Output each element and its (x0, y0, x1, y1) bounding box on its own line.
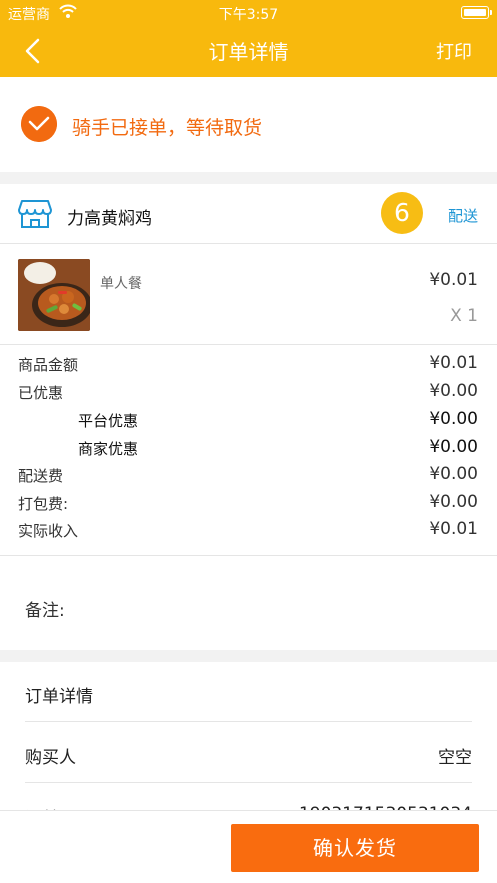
shop-icon (18, 200, 52, 228)
confirm-shipment-button[interactable]: 确认发货 (231, 824, 479, 872)
order-detail-card: 订单详情 购买人 空空 订单号 1903171530531034 (0, 662, 497, 844)
fee-value: ¥0.00 (429, 492, 478, 512)
fee-breakdown: 商品金额 ¥0.01 已优惠 ¥0.00 平台优惠 ¥0.00 商家优惠 ¥0.… (0, 346, 497, 556)
shop-row: 力高黄焖鸡 6 配送 (0, 184, 497, 244)
fee-value: ¥0.00 (429, 381, 478, 401)
order-item-row: 单人餐 ¥0.01 X 1 (0, 245, 497, 345)
fee-value: ¥0.00 (429, 409, 478, 429)
item-price: ¥0.01 (429, 270, 478, 290)
order-detail-header: 订单详情 (25, 662, 472, 722)
buyer-value: 空空 (438, 748, 472, 768)
fee-label: 配送费 (18, 467, 64, 485)
bottom-action-bar: 确认发货 (0, 810, 497, 883)
fee-value: ¥0.01 (429, 519, 478, 539)
fee-label: 商品金额 (18, 356, 79, 374)
item-quantity: X 1 (450, 306, 478, 326)
shop-name: 力高黄焖鸡 (67, 209, 152, 229)
fee-label: 打包费: (18, 495, 69, 513)
fee-label: 平台优惠 (78, 412, 139, 430)
buyer-row: 购买人 空空 (25, 723, 472, 783)
print-button[interactable]: 打印 (436, 38, 472, 64)
fee-row-goods-amount: 商品金额 ¥0.01 (18, 352, 478, 376)
battery-icon (461, 6, 492, 19)
check-circle-icon (21, 106, 57, 142)
fee-label: 已优惠 (18, 384, 64, 402)
delivery-type-label: 配送 (447, 207, 478, 225)
fee-value: ¥0.00 (429, 464, 478, 484)
fee-value: ¥0.00 (429, 437, 478, 457)
fee-row-packing: 打包费: ¥0.00 (18, 491, 478, 515)
order-number-badge: 6 (381, 192, 423, 234)
order-status-text: 骑手已接单，等待取货 (72, 117, 263, 139)
fee-label: 商家优惠 (78, 440, 139, 458)
fee-row-merchant-discount: 商家优惠 ¥0.00 (18, 436, 478, 460)
fee-label: 实际收入 (18, 522, 79, 540)
fee-row-actual-income: 实际收入 ¥0.01 (18, 518, 478, 542)
page-title: 订单详情 (208, 40, 289, 64)
order-card: 力高黄焖鸡 6 配送 单人餐 ¥0.01 X 1 商品金额 ¥0.01 已优惠 … (0, 184, 497, 650)
fee-row-discount: 已优惠 ¥0.00 (18, 380, 478, 404)
order-status-card: 骑手已接单，等待取货 (0, 77, 497, 172)
note-label: 备注: (25, 601, 65, 621)
note-row: 备注: (0, 557, 497, 650)
status-bar: 运营商 下午3:57 (0, 0, 497, 26)
order-detail-title: 订单详情 (25, 687, 93, 707)
fee-row-platform-discount: 平台优惠 ¥0.00 (18, 408, 478, 432)
food-image (18, 259, 90, 331)
buyer-label: 购买人 (25, 748, 76, 768)
item-name: 单人餐 (100, 276, 142, 292)
fee-row-delivery: 配送费 ¥0.00 (18, 463, 478, 487)
top-bar: 运营商 下午3:57 订单详情 打印 (0, 0, 497, 77)
clock: 下午3:57 (218, 7, 279, 23)
fee-value: ¥0.01 (429, 353, 478, 373)
